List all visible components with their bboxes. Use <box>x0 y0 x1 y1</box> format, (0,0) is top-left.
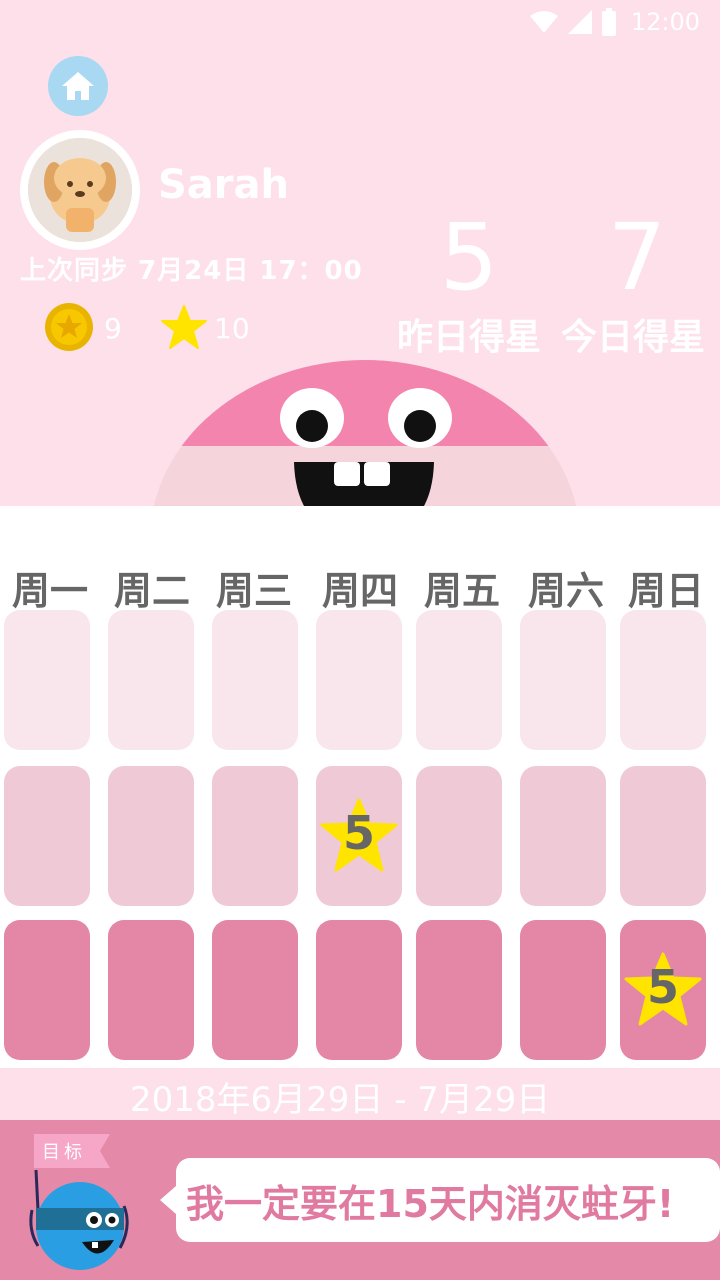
calendar-cell[interactable] <box>316 610 402 750</box>
star-badge-value: 5 <box>342 806 375 860</box>
coin-count: 9 <box>104 312 122 345</box>
goal-bubble[interactable]: 我一定要在15天内消灭蛀牙! <box>160 1158 720 1242</box>
calendar-cell[interactable] <box>520 920 606 1060</box>
last-sync-text: 上次同步 7月24日 17：00 <box>20 256 363 286</box>
calendar-cell[interactable] <box>212 610 298 750</box>
wifi-icon <box>529 11 558 33</box>
weekday-label: 周六 <box>527 569 604 613</box>
star-count: 10 <box>214 312 250 345</box>
coin-icon <box>45 303 93 351</box>
yesterday-stars-value: 5 <box>439 204 499 311</box>
avatar[interactable] <box>20 130 140 250</box>
home-button[interactable] <box>48 56 108 116</box>
weekday-label: 周四 <box>321 569 398 613</box>
calendar-cell[interactable] <box>316 920 402 1060</box>
calendar-cell[interactable]: 5 <box>620 920 706 1060</box>
calendar-cell[interactable]: 5 <box>316 766 402 906</box>
calendar-cell[interactable] <box>416 610 502 750</box>
calendar-cell[interactable] <box>620 610 706 750</box>
date-range: 2018年6月29日 - 7月29日 <box>130 1080 551 1120</box>
weekday-label: 周三 <box>215 569 292 613</box>
calendar-cell[interactable] <box>416 920 502 1060</box>
calendar-cell[interactable] <box>4 610 90 750</box>
calendar-cell[interactable] <box>108 766 194 906</box>
status-icons: 12:00 <box>529 8 700 36</box>
star-badge: 5 <box>318 796 400 876</box>
weekday-label: 周日 <box>627 569 704 613</box>
status-time: 12:00 <box>630 8 700 36</box>
weekday-label: 周五 <box>423 569 500 613</box>
today-stars-value: 7 <box>607 204 667 311</box>
battery-icon <box>601 8 616 36</box>
calendar-cell[interactable] <box>416 766 502 906</box>
calendar-cell[interactable] <box>108 610 194 750</box>
calendar-cell[interactable] <box>520 610 606 750</box>
monster-illustration <box>153 360 577 520</box>
calendar-cell[interactable] <box>212 920 298 1060</box>
signal-icon <box>567 10 592 34</box>
blue-monster-icon <box>29 1170 129 1270</box>
avatar-image <box>28 138 132 242</box>
star-icon <box>161 305 207 349</box>
status-bar: 12:00 <box>0 0 720 48</box>
yesterday-stars-label: 昨日得星 <box>396 317 541 358</box>
goal-text: 我一定要在15天内消灭蛀牙! <box>186 1181 675 1226</box>
home-icon <box>62 72 94 100</box>
goal-flag-label: 目标 <box>42 1142 86 1163</box>
calendar-cell[interactable] <box>520 766 606 906</box>
star-badge: 5 <box>622 950 704 1030</box>
star-badge-value: 5 <box>646 960 679 1014</box>
calendar-cell[interactable] <box>212 766 298 906</box>
weekday-label: 周一 <box>11 569 88 613</box>
username: Sarah <box>158 162 289 208</box>
today-stars-label: 今日得星 <box>560 317 705 358</box>
weekday-label: 周二 <box>113 569 190 613</box>
calendar-cell[interactable] <box>108 920 194 1060</box>
calendar-cell[interactable] <box>4 920 90 1060</box>
calendar-cell[interactable] <box>4 766 90 906</box>
calendar-cell[interactable] <box>620 766 706 906</box>
